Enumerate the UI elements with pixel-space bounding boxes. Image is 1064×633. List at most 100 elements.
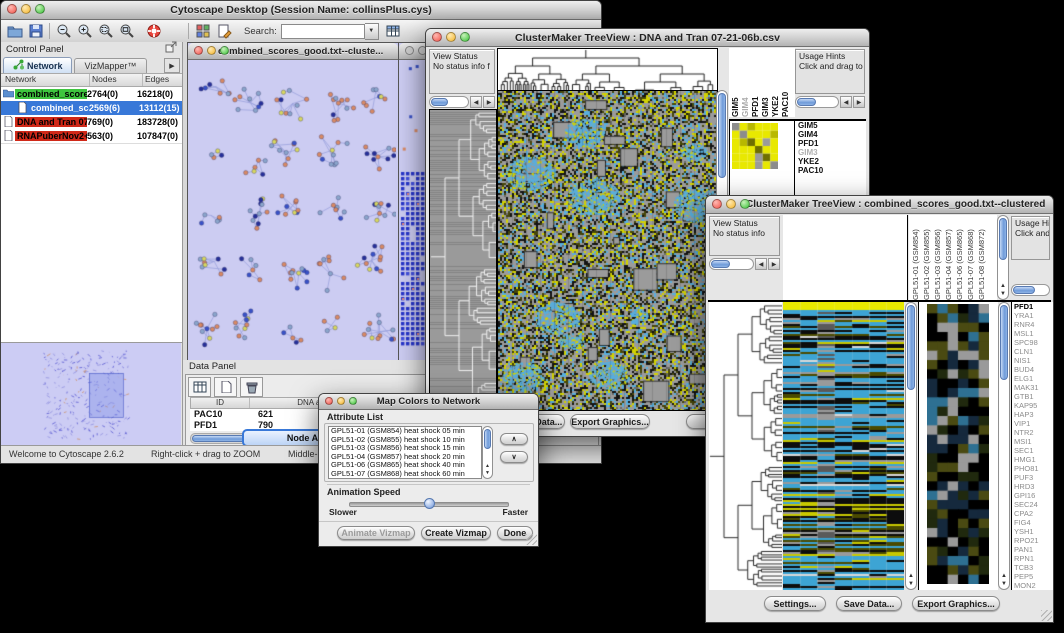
zoom-fit-icon[interactable]	[116, 22, 137, 40]
gene-label[interactable]: VIP1	[1012, 419, 1053, 428]
tab-network[interactable]: Network	[3, 57, 72, 73]
birdseye-canvas[interactable]	[1, 343, 181, 445]
column-label[interactable]: GIM3	[761, 48, 771, 117]
column-label[interactable]: GIM5	[731, 48, 741, 117]
network-row-dna-tran[interactable]: DNA and Tran 07 769(0) 183728(0)	[1, 115, 182, 129]
gene-label[interactable]: NIS1	[1012, 356, 1053, 365]
attribute-table-icon[interactable]	[383, 22, 404, 40]
column-label[interactable]: GPL51-08 (GSM872)	[977, 215, 988, 300]
column-label[interactable]: GPL51-06 (GSM865)	[955, 215, 966, 300]
gene-label[interactable]: PAC10	[795, 166, 866, 175]
column-label[interactable]: YKE2	[771, 48, 781, 117]
gene-label[interactable]: KAP95	[1012, 401, 1053, 410]
gene-label[interactable]: PAN1	[1012, 545, 1053, 554]
treeview2-titlebar[interactable]: ClusterMaker TreeView : combined_scores_…	[706, 196, 1053, 214]
zoom-button[interactable]	[349, 397, 357, 405]
close-button[interactable]	[712, 199, 722, 209]
gene-label[interactable]: CLN1	[1012, 347, 1053, 356]
attribute-item[interactable]: GPL51-07 (GSM868) heat shock 60 min	[329, 470, 481, 479]
gene-label[interactable]: NTR2	[1012, 428, 1053, 437]
view-status-scrollbar[interactable]: ◀ ▶	[709, 258, 780, 270]
col-nodes[interactable]: Nodes	[90, 74, 143, 86]
search-input[interactable]	[281, 24, 365, 39]
global-heatmap-canvas[interactable]	[497, 90, 718, 411]
gene-label[interactable]: FIG4	[1012, 518, 1053, 527]
table-mode-icon[interactable]	[188, 377, 211, 397]
minimize-button[interactable]	[726, 199, 736, 209]
gene-label[interactable]: TCB3	[1012, 563, 1053, 572]
plugin-grid-icon[interactable]	[192, 22, 213, 40]
minimize-button[interactable]	[207, 46, 216, 55]
gene-label[interactable]: RPO21	[1012, 536, 1053, 545]
row-dendrogram-canvas[interactable]	[429, 109, 497, 411]
create-vizmap-button[interactable]: Create Vizmap	[421, 526, 491, 540]
gene-label[interactable]: MAK31	[1012, 383, 1053, 392]
column-dendrogram-area[interactable]	[783, 215, 908, 300]
gene-label[interactable]: SEC24	[1012, 500, 1053, 509]
attribute-listbox[interactable]: GPL51-01 (GSM854) heat shock 05 minGPL51…	[328, 426, 482, 479]
help-lifering-icon[interactable]	[143, 22, 164, 40]
scroll-down-icon[interactable]: ▼	[483, 469, 492, 477]
gene-label[interactable]: RPN1	[1012, 554, 1053, 563]
close-button[interactable]	[405, 46, 414, 55]
column-label[interactable]: GPL51-01 (GSM854)	[911, 215, 922, 300]
gene-label[interactable]: YSH1	[1012, 527, 1053, 536]
gene-label[interactable]: HAP3	[1012, 410, 1053, 419]
zoom-button[interactable]	[740, 199, 750, 209]
gene-label[interactable]: YRA1	[1012, 311, 1053, 320]
save-data-button[interactable]: Save Data...	[836, 596, 902, 611]
zoom-region-icon[interactable]	[95, 22, 116, 40]
speed-slider[interactable]	[349, 502, 509, 507]
gene-label[interactable]: SEC1	[1012, 446, 1053, 455]
resize-grip[interactable]	[526, 534, 537, 545]
column-label[interactable]: GPL51-02 (GSM855)	[922, 215, 933, 300]
zoom-button[interactable]	[460, 32, 470, 42]
gene-label[interactable]: ELG1	[1012, 374, 1053, 383]
gene-label[interactable]: GIM3	[795, 148, 866, 157]
column-label[interactable]: GIM4	[741, 48, 751, 117]
heatmap-vscrollbar[interactable]: ▲ ▼	[905, 302, 917, 590]
scroll-right-icon[interactable]: ▶	[483, 96, 495, 108]
close-button[interactable]	[194, 46, 203, 55]
gene-label[interactable]: RNR4	[1012, 320, 1053, 329]
dialog-titlebar[interactable]: Map Colors to Network	[319, 394, 538, 410]
save-icon[interactable]	[25, 22, 46, 40]
column-labels-scrollbar[interactable]: ▲ ▼	[997, 215, 1009, 300]
network-row-combined-scores[interactable]: combined_scores 2764(0) 16218(0)	[1, 87, 182, 101]
usage-hints-scrollbar[interactable]	[1011, 284, 1050, 296]
gene-label[interactable]: GIM4	[795, 130, 866, 139]
scroll-left-icon[interactable]: ◀	[840, 96, 852, 108]
move-up-button[interactable]: ∧	[500, 433, 528, 445]
gene-label[interactable]: MON2	[1012, 581, 1053, 590]
new-attribute-icon[interactable]	[214, 377, 237, 397]
minimize-button[interactable]	[21, 4, 31, 14]
search-dropdown-button[interactable]: ▼	[365, 23, 379, 40]
scroll-up-icon[interactable]: ▲	[999, 572, 1009, 580]
column-label[interactable]: PAC10	[781, 48, 791, 117]
minimize-button[interactable]	[337, 397, 345, 405]
treeview1-titlebar[interactable]: ClusterMaker TreeView : DNA and Tran 07-…	[426, 29, 869, 47]
global-heatmap-canvas[interactable]	[783, 302, 904, 590]
gene-label[interactable]: MSI1	[1012, 437, 1053, 446]
scroll-down-icon[interactable]: ▼	[998, 290, 1008, 298]
attribute-scrollbar[interactable]: ▲ ▼	[482, 426, 493, 479]
network-view-titlebar[interactable]: combined_scores_good.txt--cluste...	[188, 43, 398, 60]
move-down-button[interactable]: ∨	[500, 451, 528, 463]
scroll-up-icon[interactable]: ▲	[998, 282, 1008, 290]
zoom-vscrollbar[interactable]: ▲ ▼	[998, 302, 1010, 590]
gene-label[interactable]: PEP5	[1012, 572, 1053, 581]
tab-vizmapper[interactable]: VizMapper™	[74, 58, 148, 73]
view-status-scrollbar[interactable]: ◀ ▶	[429, 96, 495, 108]
network-row-combined-sco-selected[interactable]: combined_sco 2569(6) 13112(15)	[1, 101, 182, 115]
gene-label[interactable]: MSL1	[1012, 329, 1053, 338]
delete-attribute-icon[interactable]	[240, 377, 263, 397]
gene-label[interactable]: PFD1	[795, 139, 866, 148]
column-label[interactable]: GPL51-07 (GSM868)	[966, 215, 977, 300]
zoom-out-icon[interactable]	[53, 22, 74, 40]
gene-label[interactable]: PFD1	[1012, 302, 1053, 311]
scroll-left-icon[interactable]: ◀	[470, 96, 482, 108]
annotation-pencil-icon[interactable]	[213, 22, 234, 40]
export-graphics-button[interactable]: Export Graphics...	[570, 414, 650, 429]
export-graphics-button[interactable]: Export Graphics...	[912, 596, 1000, 611]
gene-label[interactable]: GPI16	[1012, 491, 1053, 500]
